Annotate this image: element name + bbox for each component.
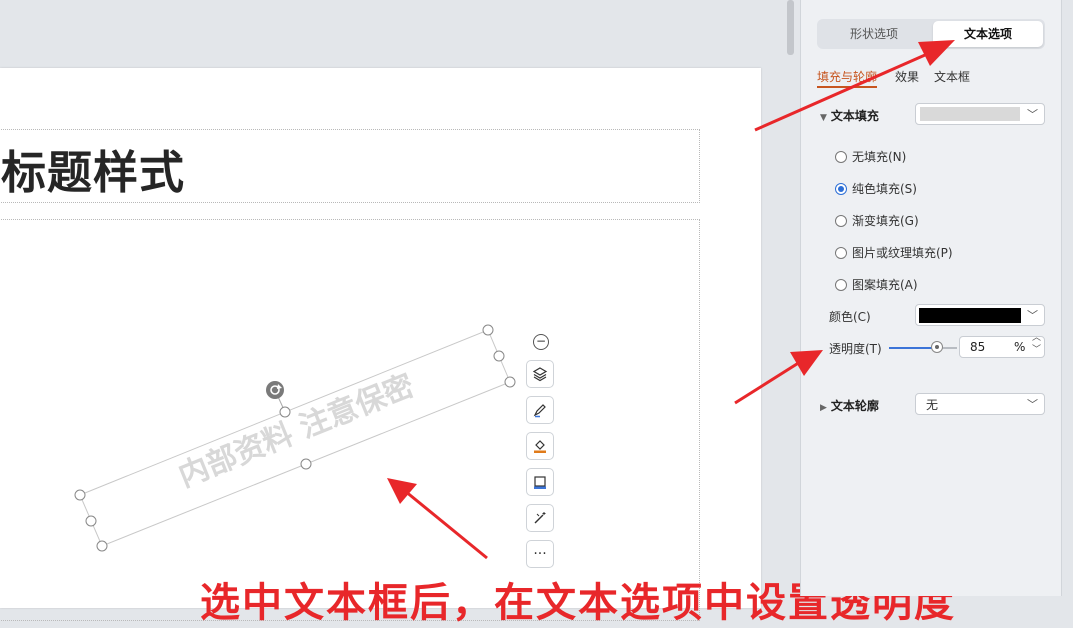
arrow-to-text-options-icon	[754, 40, 955, 132]
annotation-arrows	[387, 40, 955, 560]
arrow-to-transparency-icon	[734, 350, 823, 405]
arrow-to-watermark-icon	[387, 478, 488, 560]
